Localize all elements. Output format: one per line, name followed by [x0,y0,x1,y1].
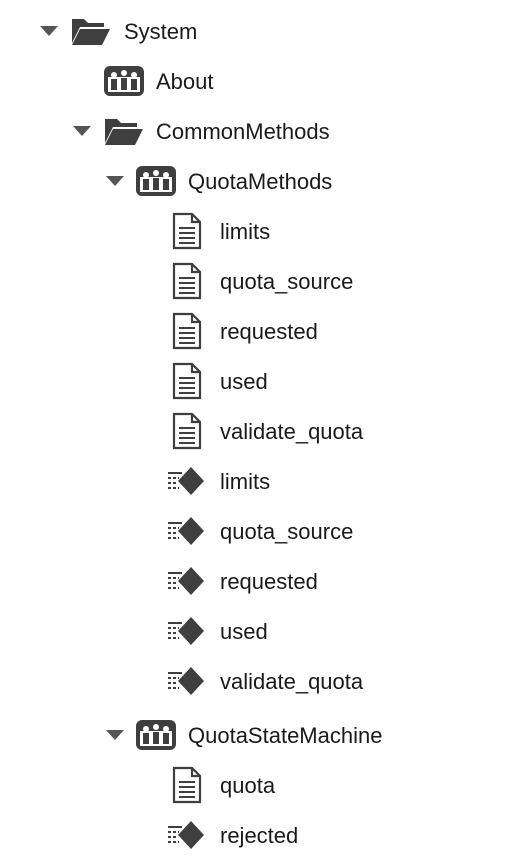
tree-node-label: used [220,369,268,394]
expand-toggle[interactable] [106,730,124,740]
tree-node-about[interactable]: About [0,56,508,106]
tree-node-method[interactable]: rejected [0,810,508,860]
document-icon [166,311,208,351]
tree-node-label: QuotaMethods [188,169,333,194]
tree-node-label: limits [220,469,271,494]
tree-node-label: rejected [220,823,299,848]
class-instance-icon [135,163,177,199]
tree-node-label: validate_quota [220,419,364,444]
tree-node-quota-state-machine[interactable]: QuotaStateMachine [0,710,508,760]
tree-node-method[interactable]: limits [0,456,508,506]
tree-node-method[interactable]: used [0,606,508,656]
tree-node-label: limits [220,219,271,244]
tree-node-label: CommonMethods [156,119,330,144]
tree-node-label: requested [220,319,318,344]
tree-node-label: quota [220,773,276,798]
class-instance-icon [135,717,177,753]
tree-node-system[interactable]: System [0,6,508,56]
tree-node-label: used [220,619,268,644]
tree-node-label: requested [220,569,318,594]
document-icon [166,765,208,805]
tree-node-common-methods[interactable]: CommonMethods [0,106,508,156]
tree-node-label: quota_source [220,269,354,294]
tree-node-method[interactable]: requested [0,556,508,606]
method-diamond-icon [166,511,208,551]
folder-open-icon [70,13,112,49]
method-diamond-icon [166,561,208,601]
tree-node-quota-methods[interactable]: QuotaMethods [0,156,508,206]
expand-toggle[interactable] [40,26,58,36]
document-icon [166,261,208,301]
tree-node-field[interactable]: limits [0,206,508,256]
expand-toggle[interactable] [106,176,124,186]
document-icon [166,411,208,451]
method-diamond-icon [166,661,208,701]
document-icon [166,211,208,251]
tree-node-label: quota_source [220,519,354,544]
tree-node-field[interactable]: requested [0,306,508,356]
method-diamond-icon [166,815,208,855]
tree-node-label: validate_quota [220,669,364,694]
tree-node-label: About [156,69,214,94]
expand-toggle[interactable] [73,126,91,136]
tree-node-method[interactable]: validate_quota [0,656,508,706]
method-diamond-icon [166,461,208,501]
tree-node-field[interactable]: used [0,356,508,406]
tree-node-label: System [124,19,198,44]
tree-node-method[interactable]: quota_source [0,506,508,556]
folder-open-icon [103,113,145,149]
tree-node-label: QuotaStateMachine [188,723,383,748]
tree-node-field[interactable]: quota [0,760,508,810]
tree-node-field[interactable]: validate_quota [0,406,508,456]
document-icon [166,361,208,401]
class-instance-icon [103,63,145,99]
tree-node-field[interactable]: quota_source [0,256,508,306]
method-diamond-icon [166,611,208,651]
